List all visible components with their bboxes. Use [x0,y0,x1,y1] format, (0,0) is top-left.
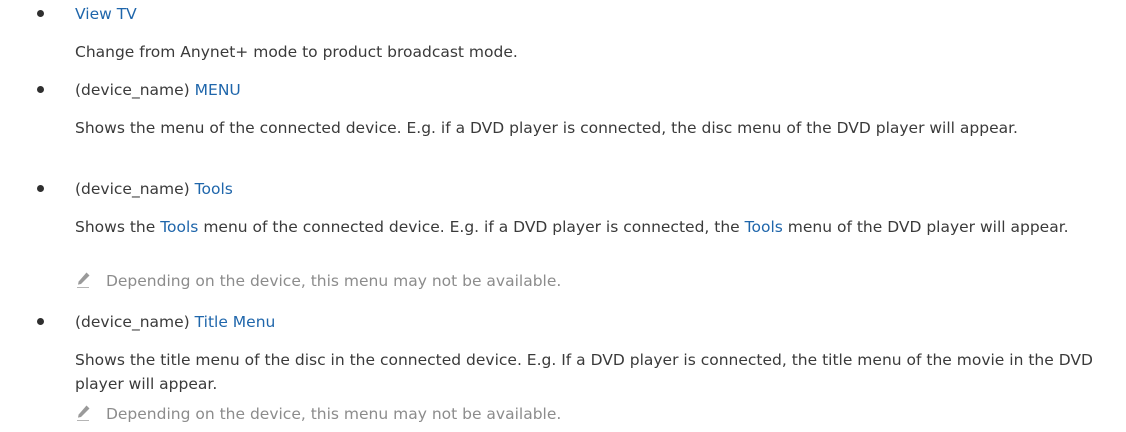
item-name: MENU [194,81,241,99]
bullet-icon [37,10,44,17]
pencil-note-icon [77,405,90,421]
pencil-note-icon [77,272,90,288]
manual-page: View TV Change from Anynet+ mode to prod… [0,0,1126,432]
item-name: View TV [75,5,137,23]
description-keyword: Tools [160,218,199,236]
item-heading: (device_name) Title Menu [75,312,275,332]
bullet-icon [37,185,44,192]
description-text: menu of the connected device. E.g. if a … [203,218,740,236]
item-note: Depending on the device, this menu may n… [75,271,561,291]
item-prefix: (device_name) [75,313,190,331]
item-prefix: (device_name) [75,180,190,198]
item-heading: (device_name) Tools [75,179,233,199]
item-description: Change from Anynet+ mode to product broa… [75,43,518,61]
item-description: Shows the menu of the connected device. … [75,119,1018,137]
description-keyword: Tools [744,218,783,236]
bullet-icon [37,318,44,325]
item-name: Title Menu [194,313,276,331]
item-note: Depending on the device, this menu may n… [75,404,561,424]
note-text: Depending on the device, this menu may n… [105,272,562,290]
item-prefix: (device_name) [75,81,190,99]
item-description: Shows the Tools menu of the connected de… [75,215,1115,239]
bullet-icon [37,86,44,93]
note-text: Depending on the device, this menu may n… [105,405,562,423]
item-heading: View TV [75,4,137,24]
item-name: Tools [194,180,233,198]
item-heading: (device_name) MENU [75,80,241,100]
description-text: Shows the [75,218,156,236]
item-description: Shows the title menu of the disc in the … [75,351,1093,393]
description-text: menu of the DVD player will appear. [787,218,1069,236]
